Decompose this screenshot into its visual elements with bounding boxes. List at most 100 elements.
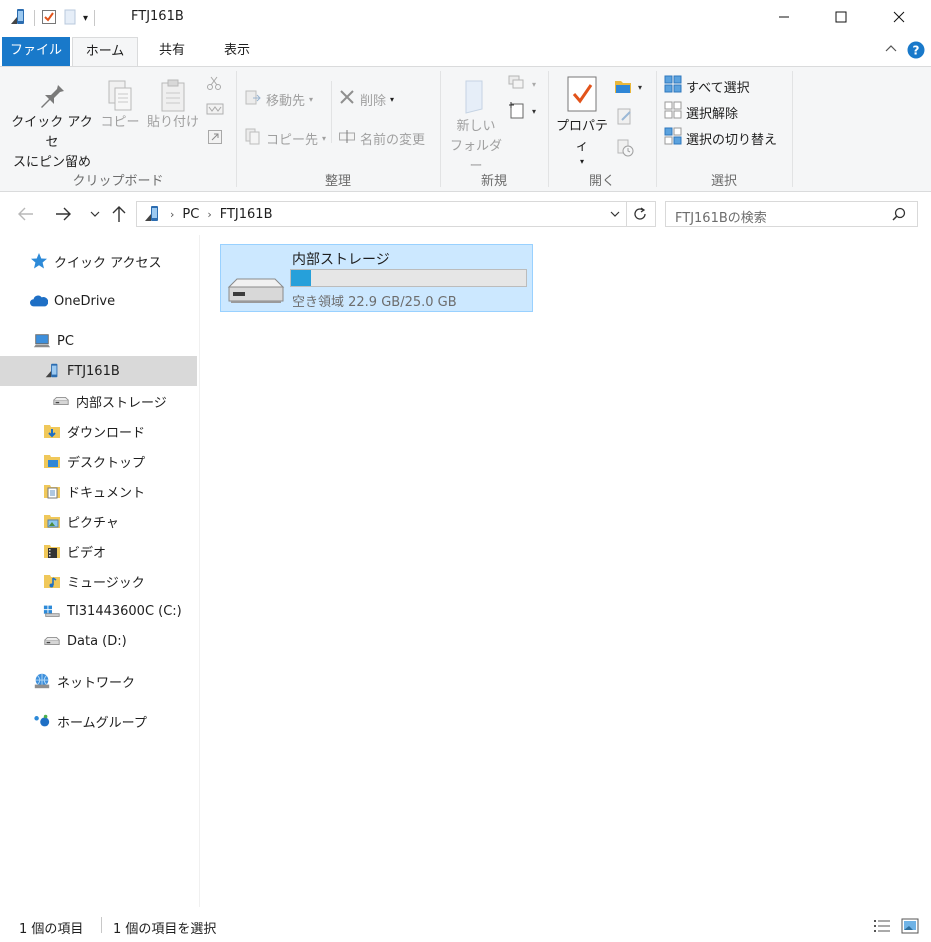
select-all-icon	[664, 75, 682, 97]
select-none-button[interactable]: 選択解除	[664, 101, 738, 123]
close-button[interactable]	[870, 0, 928, 34]
sidebar-item-videos[interactable]: ビデオ	[43, 536, 198, 566]
invert-selection-button[interactable]: 選択の切り替え	[664, 127, 777, 149]
storage-free-space: 空き領域 22.9 GB/25.0 GB	[292, 295, 457, 310]
customize-qat-icon[interactable]: ▾	[83, 13, 88, 24]
documents-folder-icon	[43, 482, 61, 500]
recent-locations-chevron-icon[interactable]	[89, 208, 101, 223]
open-folder-icon[interactable]: ▾	[614, 77, 646, 98]
new-item-icon[interactable]: ▾	[508, 75, 538, 94]
delete-button[interactable]: 削除 ▾	[338, 88, 394, 110]
up-arrow-icon[interactable]	[111, 205, 127, 226]
sidebar-item-label: 内部ストレージ	[76, 395, 167, 411]
address-dropdown-icon[interactable]	[609, 208, 621, 223]
new-folder-icon[interactable]	[63, 9, 77, 28]
large-icons-view-icon[interactable]	[901, 918, 919, 938]
maximize-button[interactable]	[812, 0, 870, 34]
minimize-icon	[779, 16, 789, 18]
sidebar-item-label: TI31443600C (C:)	[67, 603, 182, 619]
move-to-button[interactable]: 移動先 ▾	[244, 88, 313, 110]
sidebar-item-internal-storage[interactable]: 内部ストレージ	[52, 386, 198, 416]
copy-to-button[interactable]: コピー先 ▾	[244, 127, 326, 149]
breadcrumb-pc[interactable]: PC	[182, 207, 199, 222]
sidebar-item-label: ダウンロード	[67, 425, 146, 441]
select-group-label: 選択	[710, 174, 737, 189]
svg-text:▾: ▾	[638, 83, 642, 92]
maximize-icon	[835, 11, 847, 23]
sidebar-item-label: Data (D:)	[67, 633, 127, 649]
details-view-icon[interactable]	[873, 918, 891, 938]
navigation-bar: › PC › FTJ161B FTJ161Bの検索	[0, 193, 931, 235]
title-bar: ▾ FTJ161B	[0, 0, 931, 36]
phone-device-icon	[8, 7, 28, 30]
svg-text:?: ?	[913, 44, 920, 58]
delete-icon	[338, 88, 356, 110]
collapse-ribbon-icon[interactable]	[884, 42, 898, 59]
properties-button[interactable]: プロパティ ▾	[552, 75, 612, 167]
group-divider	[792, 71, 793, 187]
sidebar-item-onedrive[interactable]: OneDrive	[30, 286, 198, 316]
move-to-label: 移動先	[266, 93, 306, 109]
sidebar-item-documents[interactable]: ドキュメント	[43, 476, 198, 506]
sidebar-item-music[interactable]: ミュージック	[43, 566, 198, 596]
sidebar-item-desktop[interactable]: デスクトップ	[43, 446, 198, 476]
sidebar-item-quick-access[interactable]: クイック アクセス	[30, 246, 198, 276]
phone-device-icon	[43, 362, 61, 380]
edit-icon[interactable]	[616, 107, 634, 128]
back-arrow-icon[interactable]	[17, 206, 35, 225]
copy-path-icon[interactable]	[206, 102, 224, 119]
tab-home[interactable]: ホーム	[72, 37, 138, 66]
rename-icon	[338, 127, 356, 149]
music-folder-icon	[43, 572, 61, 590]
tab-view[interactable]: 表示	[207, 37, 267, 66]
chevron-down-icon: ▾	[309, 94, 314, 104]
history-icon[interactable]	[616, 139, 634, 160]
selected-count: 1 個の項目を選択	[113, 922, 217, 937]
quick-access-toolbar: ▾	[8, 6, 96, 30]
copy-icon	[100, 79, 140, 113]
properties-big-icon	[552, 75, 612, 117]
refresh-icon[interactable]	[632, 206, 648, 225]
search-input[interactable]: FTJ161Bの検索	[675, 207, 767, 226]
sidebar-item-drive-c[interactable]: TI31443600C (C:)	[43, 596, 198, 626]
pin-to-quick-access-button[interactable]: クイック アクセ スにピン留め	[6, 79, 98, 173]
paste-shortcut-icon[interactable]	[207, 129, 223, 148]
forward-arrow-icon[interactable]	[54, 206, 72, 225]
select-all-button[interactable]: すべて選択	[664, 75, 750, 97]
organize-group-label: 整理	[324, 174, 351, 189]
sidebar-item-label: FTJ161B	[67, 363, 120, 379]
rename-button[interactable]: 名前の変更	[338, 127, 425, 149]
sidebar-item-network[interactable]: ネットワーク	[33, 666, 198, 696]
storage-usage-fill	[291, 270, 311, 286]
storage-tile-internal-storage[interactable]: 内部ストレージ 空き領域 22.9 GB/25.0 GB	[220, 244, 533, 312]
address-bar[interactable]: › PC › FTJ161B	[136, 201, 656, 227]
properties-icon[interactable]	[41, 9, 57, 28]
new-folder-button[interactable]: 新しい フォルダー	[446, 79, 506, 177]
tab-share[interactable]: 共有	[143, 37, 201, 66]
tab-file[interactable]: ファイル	[2, 37, 70, 66]
search-icon[interactable]	[892, 207, 906, 224]
windows-drive-icon	[43, 602, 61, 620]
breadcrumb-separator-icon[interactable]: ›	[170, 208, 174, 221]
storage-name: 内部ストレージ	[292, 252, 390, 268]
minimize-button[interactable]	[755, 0, 813, 34]
easy-access-icon[interactable]: ▾	[508, 101, 538, 122]
sidebar-item-ftj161b[interactable]: FTJ161B	[0, 356, 197, 386]
sidebar-item-label: ビデオ	[67, 545, 107, 561]
sidebar-item-pictures[interactable]: ピクチャ	[43, 506, 198, 536]
search-box[interactable]: FTJ161Bの検索	[665, 201, 918, 227]
breadcrumb-separator-icon[interactable]: ›	[207, 208, 211, 221]
sidebar-item-label: ドキュメント	[67, 485, 146, 501]
phone-device-icon	[142, 204, 162, 224]
sidebar-item-pc[interactable]: PC	[33, 326, 198, 356]
copy-button[interactable]: コピー	[100, 79, 140, 133]
help-icon[interactable]: ?	[907, 41, 925, 62]
ribbon: クイック アクセ スにピン留め コピー 貼り付け クリップボード 移動先 ▾ コ…	[0, 66, 931, 192]
paste-button[interactable]: 貼り付け	[144, 79, 202, 133]
svg-text:▾: ▾	[532, 80, 536, 89]
cut-icon[interactable]	[206, 75, 222, 94]
sidebar-item-homegroup[interactable]: ホームグループ	[33, 706, 198, 736]
breadcrumb-ftj161b[interactable]: FTJ161B	[220, 207, 273, 222]
sidebar-item-drive-d[interactable]: Data (D:)	[43, 626, 198, 656]
sidebar-item-downloads[interactable]: ダウンロード	[43, 416, 198, 446]
